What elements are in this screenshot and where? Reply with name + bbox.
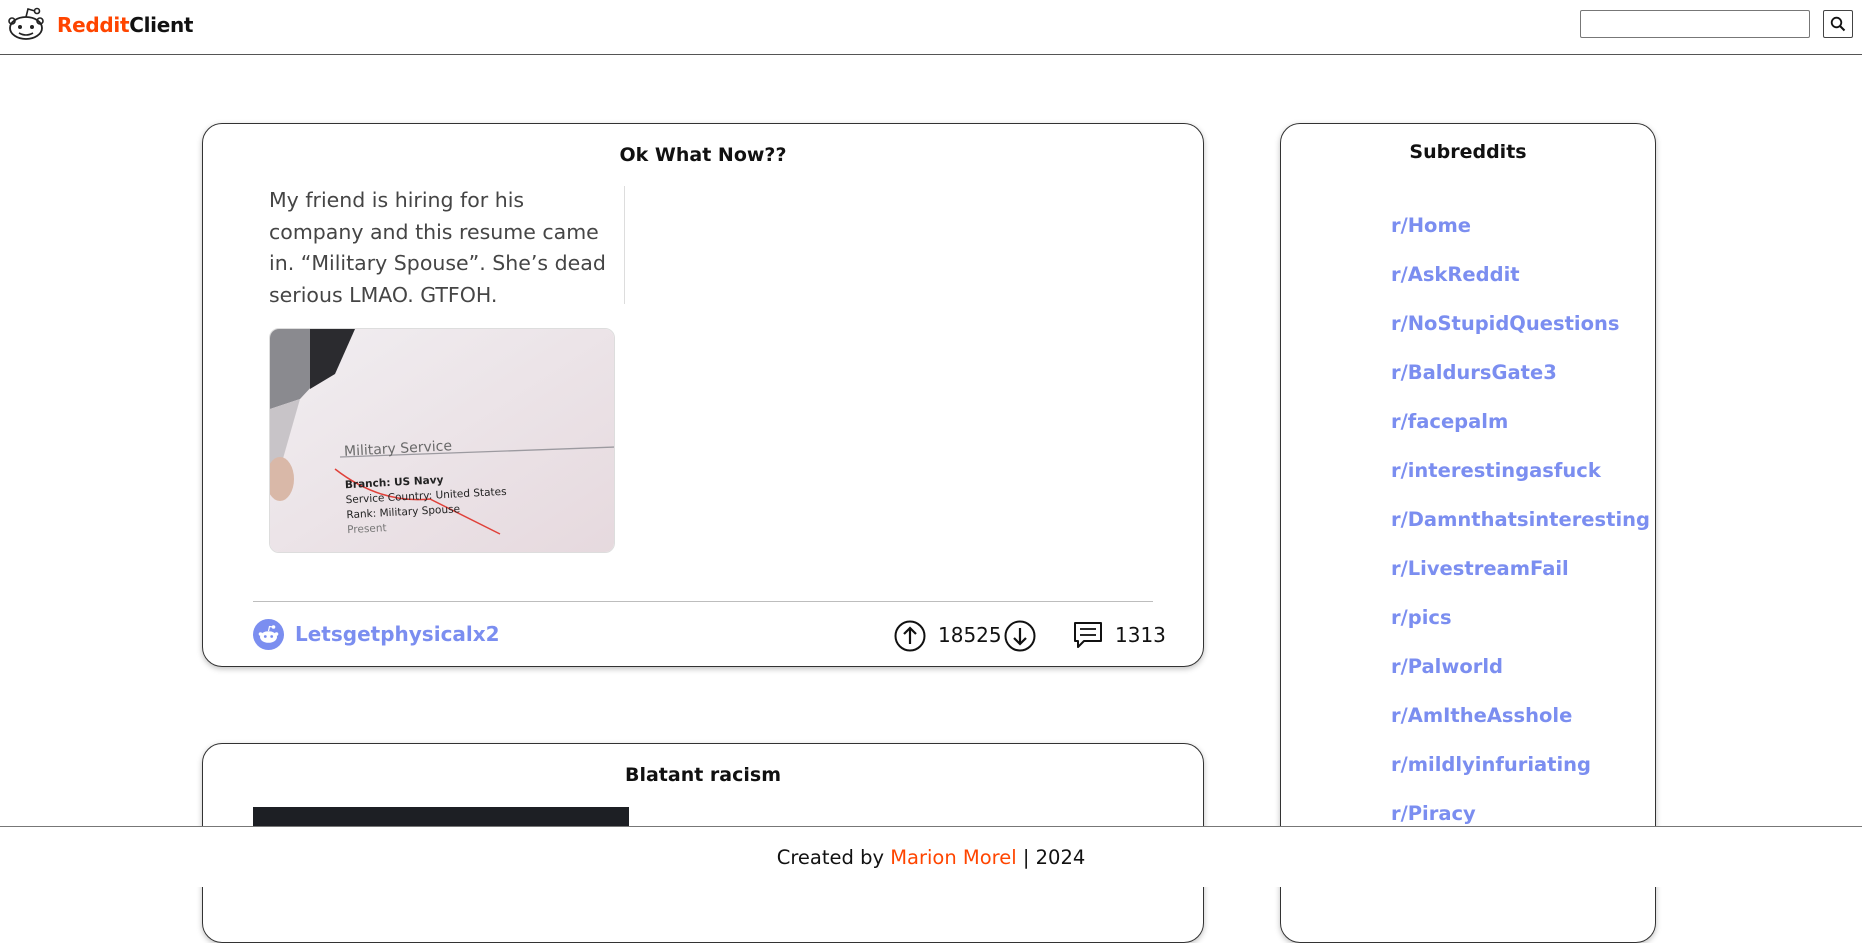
image-lines: Branch: US Navy Service Country: United …: [345, 470, 509, 538]
footer-text: Created by Marion Morel | 2024: [0, 846, 1862, 869]
post-title[interactable]: Ok What Now??: [203, 144, 1203, 166]
post-divider: [253, 601, 1153, 602]
post-card: Ok What Now?? My friend is hiring for hi…: [202, 123, 1204, 667]
subreddit-link[interactable]: r/Palworld: [1391, 655, 1650, 704]
subreddit-link[interactable]: r/BaldursGate3: [1391, 361, 1650, 410]
footer-author-link[interactable]: Marion Morel: [890, 846, 1016, 869]
user-avatar-icon: [253, 619, 284, 650]
subreddit-link[interactable]: r/mildlyinfuriating: [1391, 753, 1650, 802]
subreddit-link[interactable]: r/LivestreamFail: [1391, 557, 1650, 606]
comment-count[interactable]: 1313: [1115, 623, 1166, 647]
sidebar-title: Subreddits: [1409, 141, 1527, 163]
post-title[interactable]: Blatant racism: [203, 764, 1203, 786]
post-image[interactable]: Military Service Branch: US Navy Service…: [269, 328, 615, 553]
subreddit-link[interactable]: r/Damnthatsinteresting: [1391, 508, 1650, 557]
brand-name[interactable]: RedditClient: [57, 13, 193, 37]
subreddit-link[interactable]: r/AmItheAsshole: [1391, 704, 1650, 753]
downvote-arrow-icon[interactable]: [1004, 620, 1036, 652]
reddit-alien-icon[interactable]: [7, 6, 45, 42]
search-button[interactable]: [1823, 10, 1853, 38]
comment-icon[interactable]: [1072, 620, 1104, 650]
post-author-link[interactable]: Letsgetphysicalx2: [295, 622, 500, 646]
subreddit-link[interactable]: r/Home: [1391, 214, 1650, 263]
subreddit-link[interactable]: r/interestingasfuck: [1391, 459, 1650, 508]
footer: Created by Marion Morel | 2024: [0, 826, 1862, 887]
upvote-arrow-icon[interactable]: [894, 620, 926, 652]
subreddit-link[interactable]: r/AskReddit: [1391, 263, 1650, 312]
subreddit-list: r/Home r/AskReddit r/NoStupidQuestions r…: [1391, 214, 1650, 851]
footer-prefix: Created by: [776, 846, 884, 869]
embed-divider: [624, 186, 625, 304]
search-input[interactable]: [1580, 10, 1810, 38]
subreddit-link[interactable]: r/facepalm: [1391, 410, 1650, 459]
brand-rest: Client: [129, 13, 194, 37]
subreddit-link[interactable]: r/NoStupidQuestions: [1391, 312, 1650, 361]
search-icon: [1830, 16, 1846, 32]
footer-suffix: | 2024: [1022, 846, 1086, 869]
post-embed-text: My friend is hiring for his company and …: [269, 188, 606, 307]
brand-accent: Reddit: [57, 13, 130, 37]
top-bar: RedditClient: [0, 0, 1862, 55]
subreddit-link[interactable]: r/pics: [1391, 606, 1650, 655]
subreddits-sidebar: Subreddits r/Home r/AskReddit r/NoStupid…: [1280, 123, 1656, 943]
post-score: 18525: [938, 623, 1002, 647]
